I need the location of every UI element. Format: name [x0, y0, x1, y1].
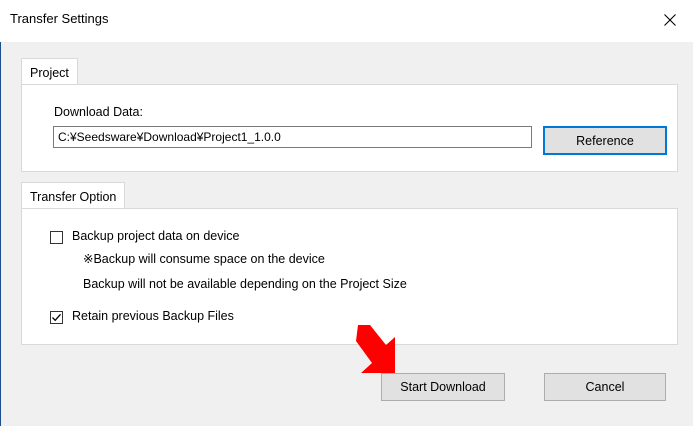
window-title: Transfer Settings [10, 11, 109, 26]
red-arrow-icon [352, 321, 400, 377]
retain-checkbox[interactable] [50, 311, 63, 324]
backup-checkbox[interactable] [50, 231, 63, 244]
backup-checkbox-label: Backup project data on device [72, 229, 240, 243]
start-download-button[interactable]: Start Download [381, 373, 505, 401]
start-download-button-label: Start Download [400, 380, 486, 394]
tab-project-label: Project [30, 66, 69, 80]
cancel-button[interactable]: Cancel [544, 373, 666, 401]
download-data-label: Download Data: [54, 105, 143, 119]
transfer-settings-dialog: Transfer Settings Project Download Data:… [0, 0, 693, 426]
title-bar: Transfer Settings [0, 0, 693, 42]
reference-button-label: Reference [576, 133, 634, 148]
retain-checkbox-label: Retain previous Backup Files [72, 309, 234, 323]
backup-note-line2: Backup will not be available depending o… [83, 277, 407, 291]
close-icon [664, 13, 676, 29]
backup-note-line1: ※Backup will consume space on the device [83, 252, 325, 266]
tab-project[interactable]: Project [21, 58, 78, 85]
download-path-input[interactable]: C:¥Seedsware¥Download¥Project1_1.0.0 [53, 126, 532, 148]
checkmark-icon [52, 313, 61, 322]
tab-transfer-option[interactable]: Transfer Option [21, 182, 126, 209]
tab-transfer-option-label: Transfer Option [30, 190, 117, 204]
transfer-option-panel: Backup project data on device ※Backup wi… [21, 208, 678, 345]
project-panel: Download Data: C:¥Seedsware¥Download¥Pro… [21, 84, 678, 172]
reference-button[interactable]: Reference [543, 126, 667, 155]
close-button[interactable] [647, 0, 693, 42]
cancel-button-label: Cancel [585, 380, 625, 394]
